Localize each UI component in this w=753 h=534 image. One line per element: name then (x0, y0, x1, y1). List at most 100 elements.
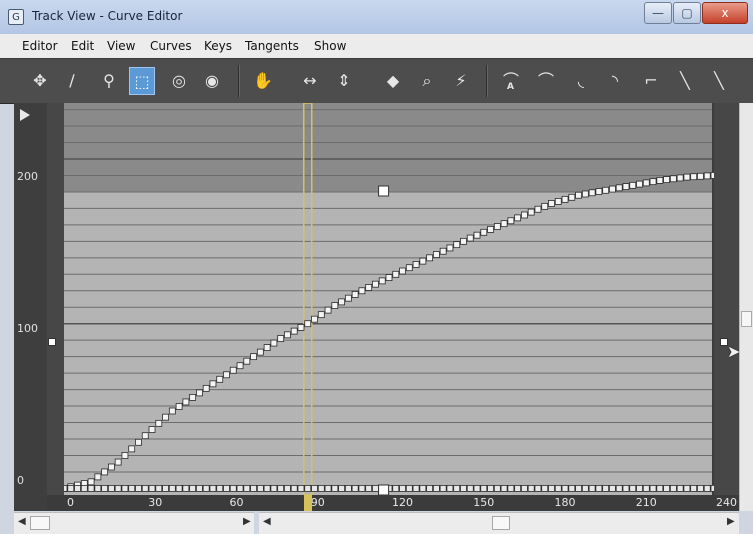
curve-key[interactable] (466, 234, 474, 242)
curve-key[interactable] (534, 205, 542, 213)
baseline-key[interactable] (101, 485, 109, 492)
zoom-region-icon[interactable]: ⌕ (414, 67, 440, 95)
curve-key[interactable] (365, 284, 373, 291)
baseline-key[interactable] (94, 485, 102, 492)
curve-key[interactable] (500, 220, 508, 228)
curve-key[interactable] (399, 267, 406, 275)
curve-key[interactable] (182, 398, 190, 406)
curve-key[interactable] (121, 452, 129, 459)
baseline-key[interactable] (236, 485, 244, 492)
curve-key[interactable] (114, 458, 122, 466)
baseline-key[interactable] (209, 485, 217, 492)
region-select-icon[interactable]: ⬚ (129, 67, 155, 95)
curve-key[interactable] (175, 403, 183, 410)
curve-key[interactable] (128, 445, 136, 453)
retime-global-icon[interactable]: ◉ (199, 67, 225, 95)
curve-key[interactable] (507, 217, 515, 225)
baseline-key[interactable] (412, 485, 420, 492)
baseline-key[interactable] (622, 485, 630, 492)
move-keys-icon[interactable]: ✥ (27, 67, 53, 95)
baseline-key[interactable] (473, 485, 481, 492)
baseline-key[interactable] (690, 485, 698, 492)
curve-key[interactable] (622, 183, 630, 190)
curve-key[interactable] (554, 198, 562, 205)
curve-key[interactable] (541, 202, 549, 210)
curve-key[interactable] (609, 185, 616, 193)
baseline-key[interactable] (541, 485, 549, 492)
baseline-key[interactable] (710, 485, 714, 492)
curve-key[interactable] (548, 200, 555, 207)
curve-key[interactable] (656, 177, 664, 184)
curve-key[interactable] (683, 173, 691, 181)
curve-key[interactable] (107, 463, 115, 471)
curve-key[interactable] (460, 237, 467, 245)
curve-key[interactable] (263, 344, 271, 351)
curve-key[interactable] (581, 190, 589, 198)
curve-key[interactable] (568, 193, 576, 201)
vertical-scrollbar[interactable] (739, 103, 753, 511)
baseline-key[interactable] (656, 485, 664, 492)
baseline-key[interactable] (270, 485, 278, 492)
curve-key[interactable] (216, 375, 224, 383)
curve-key[interactable] (561, 195, 569, 203)
baseline-key[interactable] (534, 485, 542, 492)
fit-vertical-icon[interactable]: ⇕ (331, 67, 357, 95)
curve-key[interactable] (290, 327, 298, 335)
curve-key[interactable] (202, 384, 210, 392)
baseline-key[interactable] (480, 485, 488, 492)
baseline-key[interactable] (432, 485, 440, 492)
baseline-key[interactable] (629, 485, 637, 492)
pan-hand-icon[interactable]: ✋ (250, 67, 276, 95)
baseline-key[interactable] (697, 485, 704, 492)
curve-key[interactable] (676, 174, 684, 182)
curve-key[interactable] (439, 247, 447, 255)
menu-view[interactable]: View (107, 39, 135, 53)
time-slider-indicator[interactable] (304, 495, 312, 511)
baseline-key[interactable] (304, 485, 312, 492)
curve-key[interactable] (243, 357, 251, 365)
curve-key[interactable] (615, 184, 623, 192)
curve-key[interactable] (412, 261, 420, 268)
curve-key[interactable] (514, 214, 522, 222)
baseline-key[interactable] (284, 485, 291, 492)
baseline-key[interactable] (703, 485, 711, 492)
baseline-key[interactable] (338, 485, 346, 492)
curve-key[interactable] (284, 331, 291, 339)
draw-curves-icon[interactable]: ∕ (59, 67, 85, 95)
curve-key[interactable] (209, 380, 217, 388)
curve-key[interactable] (277, 335, 285, 342)
baseline-key[interactable] (636, 485, 643, 492)
baseline-key[interactable] (419, 485, 427, 492)
baseline-key[interactable] (135, 485, 142, 492)
baseline-key[interactable] (311, 485, 318, 492)
baseline-key[interactable] (196, 485, 203, 492)
baseline-key[interactable] (595, 485, 603, 492)
scroll-left-icon[interactable]: ◀ (263, 516, 271, 527)
curve-key[interactable] (480, 228, 488, 236)
baseline-key[interactable] (148, 485, 156, 492)
curve-key[interactable] (297, 324, 305, 331)
curve-key[interactable] (392, 270, 400, 278)
tangent-smooth-icon[interactable]: ╲ (706, 67, 732, 95)
curve-key[interactable] (446, 244, 454, 252)
curve-key[interactable] (521, 211, 528, 219)
baseline-key[interactable] (669, 485, 677, 492)
retime-icon[interactable]: ◎ (166, 67, 192, 95)
curve-key[interactable] (236, 362, 244, 370)
scroll-right-icon[interactable]: ▶ (243, 516, 251, 527)
baseline-key[interactable] (290, 485, 298, 492)
baseline-key[interactable] (297, 485, 305, 492)
baseline-key[interactable] (453, 485, 461, 492)
minimize-button[interactable]: — (644, 2, 672, 24)
scroll-left-icon[interactable]: ◀ (18, 516, 26, 527)
curve-key[interactable] (405, 264, 413, 272)
curve-key[interactable] (304, 320, 312, 328)
baseline-key[interactable] (466, 485, 474, 492)
menu-show[interactable]: Show (314, 39, 346, 53)
curve-key[interactable] (317, 311, 325, 319)
scrollbar-thumb-left[interactable] (30, 516, 50, 530)
curve-key[interactable] (256, 348, 264, 356)
baseline-key[interactable] (642, 485, 650, 492)
curve-key[interactable] (663, 176, 671, 183)
baseline-key[interactable] (446, 485, 454, 492)
